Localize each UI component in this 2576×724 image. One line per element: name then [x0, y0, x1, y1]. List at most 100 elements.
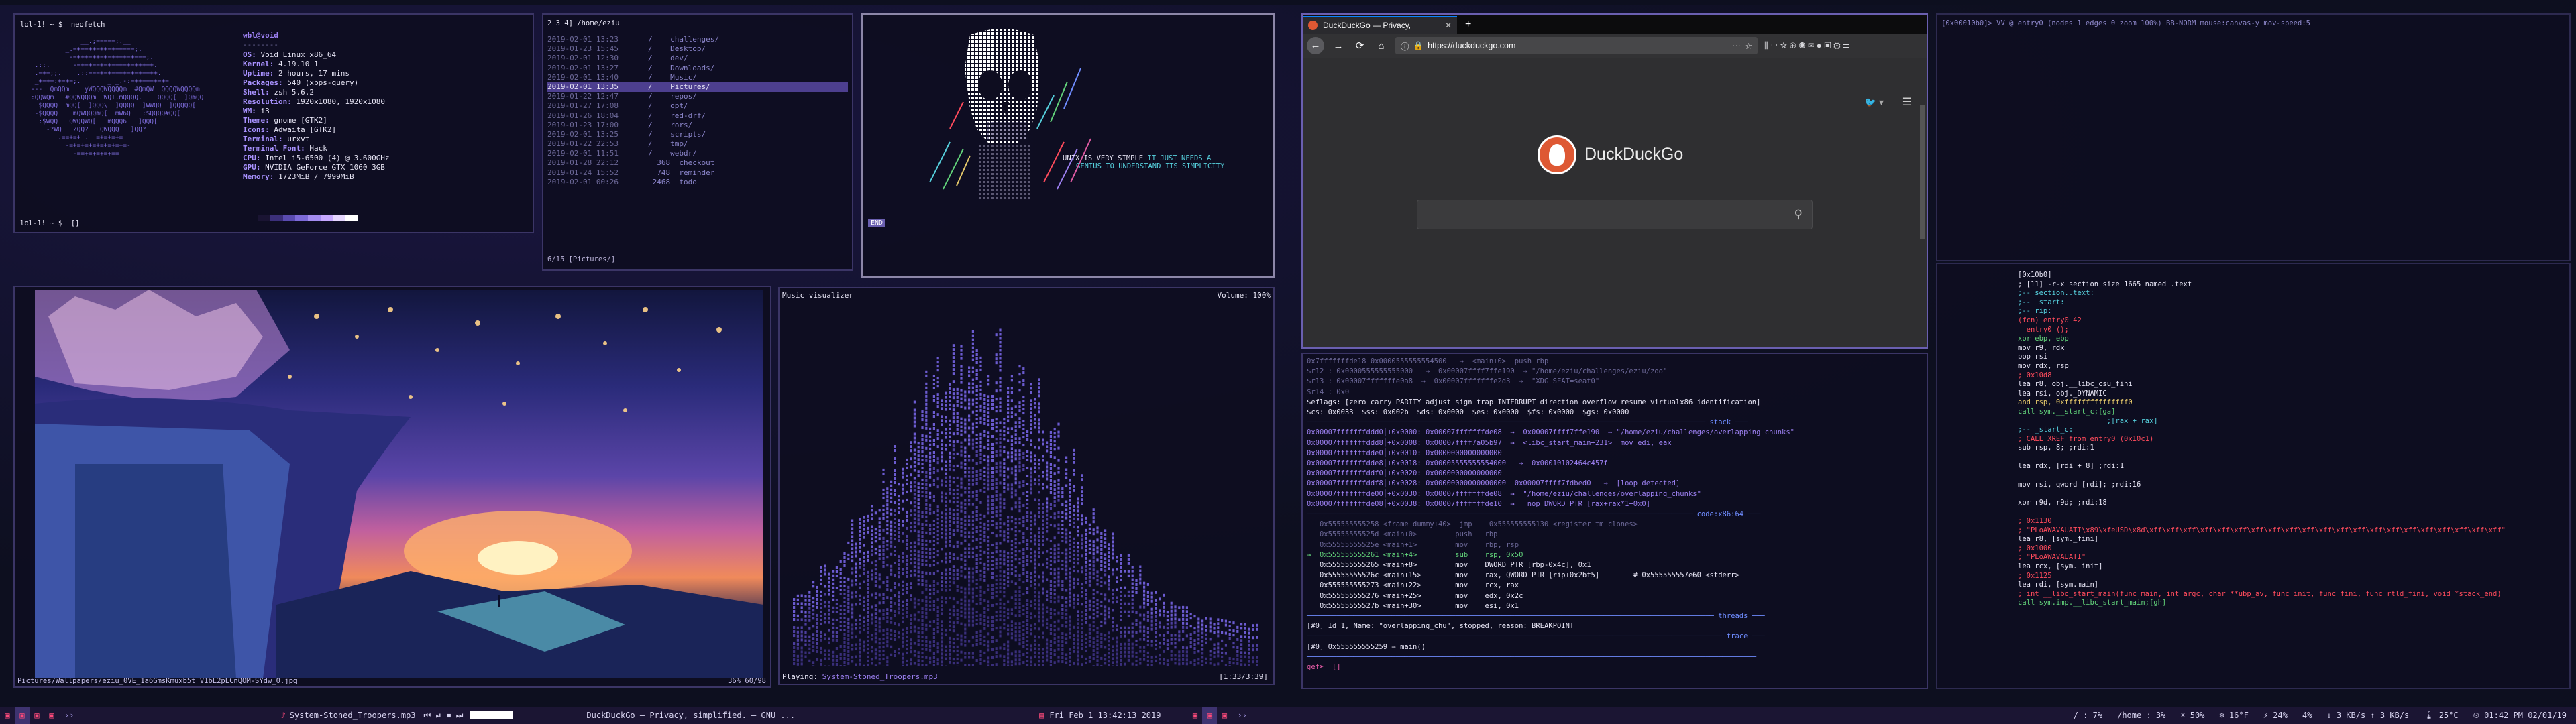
- visualizer-bar-segment: [910, 558, 912, 561]
- gdb-gef-terminal[interactable]: 0x7fffffffde18 0x0000555555554500 → <mai…: [1301, 353, 1928, 689]
- image-viewer[interactable]: Pictures/Wallpapers/eziu_0VE_1a6GmsKmuxb…: [13, 286, 771, 688]
- visualizer-bar-segment: [1131, 622, 1134, 625]
- visualizer-bar-segment: [952, 646, 955, 649]
- visualizer-bar-segment: [1088, 563, 1091, 566]
- visualizer-bar-segment: [1073, 513, 1075, 516]
- home-button[interactable]: ⌂: [1374, 40, 1389, 52]
- workspace-3[interactable]: ▣: [30, 707, 44, 724]
- ranger-row[interactable]: 2019-01-23 17:00/ rors/: [547, 121, 848, 130]
- visualizer-bar-segment: [999, 505, 1002, 509]
- visualizer-bar-segment: [1038, 511, 1040, 514]
- visualizer-bar-segment: [941, 451, 943, 455]
- visualizer-bar-segment: [1120, 578, 1122, 581]
- media-controls[interactable]: ⏮ ⏯ ⏹ ⏭: [424, 711, 464, 721]
- ranger-row[interactable]: 2019-02-01 12:30/ dev/: [547, 54, 848, 63]
- visualizer-bar-segment: [1150, 611, 1153, 615]
- visualizer-bar-segment: [913, 497, 916, 500]
- ranger-row[interactable]: 2019-01-22 12:47/ repos/: [547, 92, 848, 101]
- workspace-1[interactable]: ▣: [1187, 707, 1202, 724]
- ranger-row[interactable]: 2019-01-22 22:53/ tmp/: [547, 139, 848, 149]
- visualizer-bar-segment: [1003, 486, 1006, 489]
- visualizer-bar-segment: [1081, 498, 1083, 501]
- visualizer-bar-segment: [855, 550, 857, 554]
- workspace-2[interactable]: ▣: [15, 707, 30, 724]
- visualizer-bar-segment: [983, 566, 986, 570]
- ranger-row[interactable]: 2019-01-23 15:45/ Desktop/: [547, 44, 848, 54]
- radare2-graph-pane[interactable]: [0x10b0]; [11] -r-x section size 1665 na…: [1936, 263, 2571, 689]
- ranger-row[interactable]: 2019-01-27 17:08/ opt/: [547, 101, 848, 111]
- url-bar[interactable]: ⓘ 🔒 https://duckduckgo.com ··· ☆: [1395, 37, 1758, 54]
- firefox-window[interactable]: DuckDuckGo — Privacy, ✕ + ← → ⟳ ⌂ ⓘ 🔒 ht…: [1301, 13, 1928, 349]
- media-progress-bar[interactable]: [470, 711, 513, 719]
- search-icon[interactable]: ⚲: [1794, 208, 1803, 221]
- visualizer-bar-segment: [983, 470, 986, 473]
- url-text[interactable]: https://duckduckgo.com: [1428, 41, 1515, 50]
- bookmark-star-icon[interactable]: ☆: [1745, 41, 1752, 51]
- visualizer-bar-segment: [983, 570, 986, 574]
- page-actions-icon[interactable]: ···: [1732, 41, 1741, 50]
- visualizer-bar-segment: [949, 491, 951, 495]
- visualizer-bar-segment: [999, 421, 1002, 424]
- tab-duckduckgo[interactable]: DuckDuckGo — Privacy, ✕: [1303, 16, 1457, 34]
- ranger-row[interactable]: 2019-02-01 00:26 2468 todo: [547, 178, 848, 187]
- visualizer-bar-segment: [800, 658, 803, 662]
- forward-button[interactable]: →: [1331, 40, 1346, 52]
- visualizer-bar-segment: [839, 560, 842, 563]
- visualizer-bar-segment: [1124, 626, 1126, 629]
- neofetch-terminal[interactable]: lol-1! ~ $ neofetch __.;=====;.__ _.=+==…: [13, 13, 534, 233]
- visualizer-bar-segment: [936, 550, 939, 553]
- visualizer-bar-segment: [867, 579, 869, 582]
- visualizer-bar-segment: [999, 445, 1002, 448]
- ascii-art-terminal[interactable]: UNIX IS VERY SIMPLE IT JUST NEEDS A GENI…: [861, 13, 1275, 278]
- back-button[interactable]: ←: [1307, 37, 1324, 54]
- visualizer-bar-segment: [995, 398, 998, 401]
- visualizer-bar-segment: [921, 619, 924, 623]
- visualizer-bar-segment: [878, 617, 881, 621]
- workspace-4[interactable]: ▣: [44, 707, 59, 724]
- twitter-icon[interactable]: 🐦 ▾: [1865, 97, 1884, 108]
- visualizer-bar-segment: [1061, 564, 1064, 567]
- search-input[interactable]: ⚲: [1417, 200, 1813, 229]
- visualizer-bar-segment: [898, 535, 900, 538]
- ranger-list[interactable]: 2019-02-01 13:23/ challenges/2019-01-23 …: [547, 35, 848, 187]
- info-icon[interactable]: ⓘ: [1401, 40, 1409, 52]
- radare2-top-pane[interactable]: [0x00010b0]> VV @ entry0 (nodes 1 edges …: [1936, 13, 2571, 261]
- music-visualizer[interactable]: Music visualizer Volume: 100% Playing: S…: [778, 287, 1275, 685]
- visualizer-bar-segment: [1096, 627, 1099, 630]
- neofetch-field: Icons: Adwaita [GTK2]: [243, 125, 390, 135]
- ranger-row[interactable]: 2019-01-24 15:52 748 reminder: [547, 168, 848, 178]
- hamburger-menu-icon[interactable]: ☰: [1902, 95, 1912, 108]
- ranger-row[interactable]: 2019-02-01 13:40/ Music/: [547, 73, 848, 82]
- visualizer-bar-segment: [971, 636, 974, 639]
- ranger-file-manager[interactable]: 2 3 4] /home/eziu 2019-02-01 13:23/ chal…: [542, 13, 853, 271]
- ranger-row[interactable]: 2019-02-01 13:25/ scripts/: [547, 130, 848, 139]
- visualizer-bar-segment: [1073, 517, 1075, 520]
- visualizer-bar-segment: [832, 610, 835, 613]
- workspace-3[interactable]: ▣: [1217, 707, 1232, 724]
- ranger-row[interactable]: 2019-02-01 11:51/ webdr/: [547, 149, 848, 158]
- ranger-row[interactable]: 2019-02-01 13:23/ challenges/: [547, 35, 848, 44]
- visualizer-bar-segment: [960, 493, 963, 497]
- workspace-1[interactable]: ▣: [0, 707, 15, 724]
- visualizer-bar-segment: [921, 611, 924, 615]
- visualizer-bar-segment: [991, 394, 994, 398]
- visualizer-bar-segment: [820, 602, 822, 605]
- toolbar-icons[interactable]: ⫼ ▭ ☆ ⊕ ◉ ✉ ● ▣ ⚙ ☰: [1764, 40, 1849, 51]
- visualizer-bar-segment: [906, 659, 908, 662]
- visualizer-bar-segment: [929, 443, 932, 446]
- new-tab-button[interactable]: +: [1457, 16, 1479, 34]
- scrollbar[interactable]: [1920, 105, 1925, 239]
- visualizer-bar-segment: [1100, 540, 1103, 543]
- visualizer-bar-segment: [1178, 658, 1181, 662]
- ranger-row[interactable]: 2019-01-28 22:12 368 checkout: [547, 158, 848, 168]
- visualizer-bar-segment: [1073, 634, 1075, 637]
- ranger-row[interactable]: 2019-02-01 13:27/ Downloads/: [547, 64, 848, 73]
- visualizer-bar-segment: [1061, 588, 1064, 591]
- ranger-row[interactable]: 2019-01-26 18:04/ red-drf/: [547, 111, 848, 121]
- workspace-2[interactable]: ▣: [1202, 707, 1218, 724]
- close-tab-icon[interactable]: ✕: [1445, 21, 1452, 30]
- visualizer-bar-segment: [1116, 636, 1118, 640]
- ranger-row[interactable]: 2019-02-01 13:35/ Pictures/: [547, 82, 848, 93]
- visualizer-bar-segment: [1127, 594, 1130, 597]
- reload-button[interactable]: ⟳: [1352, 40, 1367, 52]
